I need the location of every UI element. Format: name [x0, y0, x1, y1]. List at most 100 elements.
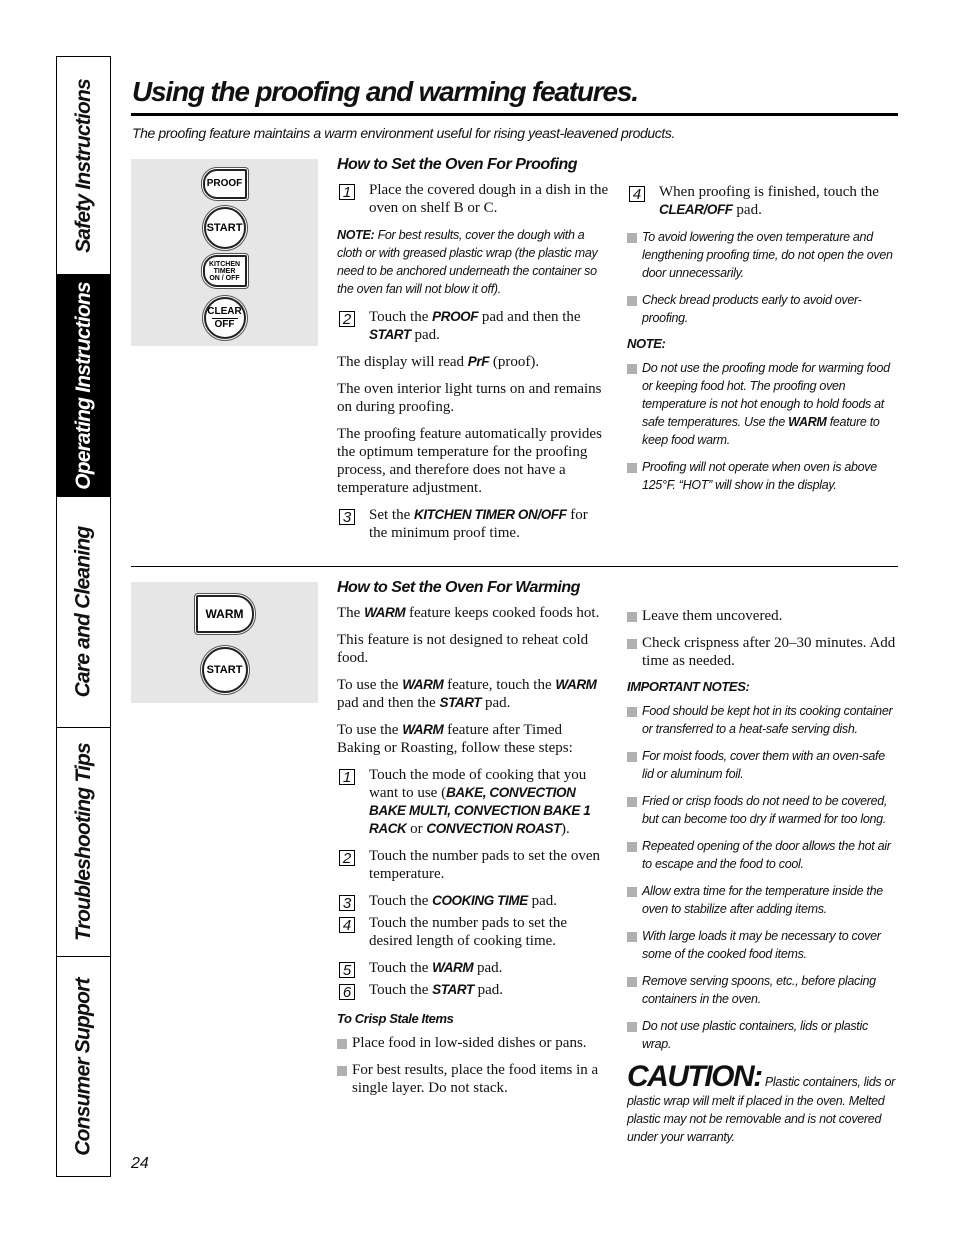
body-text: feature keeps cooked foods hot.	[405, 605, 600, 621]
body-text: To use the	[337, 677, 403, 693]
note-heading: NOTE:	[627, 336, 666, 351]
step-number: 3	[339, 895, 355, 911]
body-text: pad.	[481, 695, 511, 711]
tab-label: Consumer Support	[71, 977, 95, 1156]
tab-label: Operating Instructions	[71, 281, 95, 490]
warming-notes: Leave them uncovered. Check crispness af…	[627, 607, 899, 1146]
tab-troubleshooting-tips[interactable]: Troubleshooting Tips	[57, 728, 110, 957]
start-pad-label: START	[206, 221, 243, 234]
proofing-notes: 4 When proofing is finished, touch the C…	[627, 183, 899, 503]
proof-pad: PROOF	[202, 169, 247, 199]
important-note: Food should be kept hot in its cooking c…	[627, 702, 899, 738]
timer-pad-line: ON / OFF	[209, 274, 240, 282]
keyword-proof: PROOF	[432, 309, 479, 324]
step-text: Set the	[369, 507, 414, 523]
auto-temp-text: The proofing feature automatically provi…	[337, 426, 602, 496]
step-text: pad.	[732, 202, 762, 218]
clear-off-pad: CLEAR OFF	[203, 297, 246, 339]
step-text: Touch the	[369, 982, 433, 998]
keyword-start: START	[432, 982, 474, 997]
step-number: 2	[339, 850, 355, 866]
note-text: For best results, cover the dough with a…	[337, 228, 598, 296]
body-text: pad and then the	[337, 695, 440, 711]
tab-consumer-support[interactable]: Consumer Support	[57, 957, 110, 1176]
timer-pad-line: TIMER	[213, 267, 236, 275]
tab-care-and-cleaning[interactable]: Care and Cleaning	[57, 497, 110, 728]
crisp-item: Place food in low-sided dishes or pans.	[337, 1034, 609, 1052]
crisp-item: For best results, place the food items i…	[337, 1061, 609, 1097]
crisp-heading: To Crisp Stale Items	[337, 1011, 454, 1026]
important-note: Do not use plastic containers, lids or p…	[627, 1017, 899, 1053]
important-note: With large loads it may be necessary to …	[627, 927, 899, 963]
step-number: 1	[339, 769, 355, 785]
crisp-item: Check crispness after 20–30 minutes. Add…	[627, 634, 899, 670]
step-text: pad.	[410, 327, 440, 343]
warming-step-5: 5 Touch the WARM pad.	[337, 959, 609, 978]
section-divider	[131, 566, 898, 567]
tab-label: Troubleshooting Tips	[71, 743, 95, 941]
step-number: 4	[629, 186, 645, 202]
body-text: The	[337, 605, 365, 621]
start-pad: START	[203, 207, 246, 249]
step-text: Touch the	[369, 309, 433, 325]
note-label: NOTE:	[337, 228, 375, 242]
caution-box: CAUTION: Plastic containers, lids or pla…	[627, 1062, 899, 1146]
proofing-keypad-illustration: PROOF START KITCHEN TIMER ON / OFF CLEAR…	[131, 159, 318, 346]
tab-label: Safety Instructions	[71, 78, 95, 253]
tab-safety-instructions[interactable]: Safety Instructions	[57, 57, 110, 275]
warming-step-2: 2 Touch the number pads to set the oven …	[337, 847, 609, 883]
proofing-heading: How to Set the Oven For Proofing	[337, 156, 578, 173]
warming-step-4: 4 Touch the number pads to set the desir…	[337, 914, 609, 950]
important-note: Repeated opening of the door allows the …	[627, 837, 899, 873]
keyword-start: START	[439, 695, 482, 710]
keyword-prf: PrF	[467, 354, 490, 369]
body-text: (proof).	[489, 354, 540, 370]
keyword-warm: WARM	[402, 722, 444, 737]
step-number: 5	[339, 962, 355, 978]
step-text: Touch the	[369, 893, 433, 909]
keyword-warm: WARM	[788, 415, 827, 429]
body-text: feature, touch the	[443, 677, 556, 693]
warming-reheat-text: This feature is not designed to reheat c…	[337, 632, 589, 666]
step-text: When proofing is finished, touch the	[659, 184, 879, 200]
keyword-warm: WARM	[432, 960, 474, 975]
important-note: Remove serving spoons, etc., before plac…	[627, 972, 899, 1008]
tab-label: Care and Cleaning	[71, 526, 95, 698]
warming-timed-text: To use the WARM feature after Timed Baki…	[337, 721, 609, 757]
proofing-note: NOTE: For best results, cover the dough …	[337, 226, 609, 298]
step-text: Touch the number pads to set the desired…	[369, 915, 568, 949]
proof-pad-label: PROOF	[206, 178, 243, 189]
keyword-cooking-time: COOKING TIME	[432, 893, 528, 908]
proofing-step-4: 4 When proofing is finished, touch the C…	[627, 183, 899, 219]
important-note: For moist foods, cover them with an oven…	[627, 747, 899, 783]
warming-intro: The WARM feature keeps cooked foods hot.	[337, 604, 609, 622]
warm-pad: WARM	[195, 595, 254, 633]
step-number: 3	[339, 509, 355, 525]
tab-operating-instructions[interactable]: Operating Instructions	[57, 275, 110, 497]
start-pad-label: START	[206, 663, 243, 676]
page-subtitle: The proofing feature maintains a warm en…	[132, 125, 675, 141]
warming-heading: How to Set the Oven For Warming	[337, 579, 580, 596]
crisp-item: Leave them uncovered.	[627, 607, 899, 625]
timer-pad-line: KITCHEN	[208, 260, 241, 268]
clear-pad-label: CLEAR	[207, 305, 242, 317]
step-text: Place the covered dough in a dish in the…	[369, 182, 609, 216]
step-text: Touch the number pads to set the oven te…	[369, 848, 600, 882]
kitchen-timer-pad: KITCHEN TIMER ON / OFF	[202, 255, 247, 287]
keyword-warm: WARM	[364, 605, 406, 620]
step-number: 6	[339, 984, 355, 1000]
proofing-step-2: 2 Touch the PROOF pad and then the START…	[337, 308, 609, 344]
section-tab-bar: Safety Instructions Operating Instructio…	[56, 56, 111, 1177]
keyword-convection-roast: CONVECTION ROAST	[426, 821, 562, 836]
step-text: or	[406, 821, 427, 837]
important-note: Fried or crisp foods do not need to be c…	[627, 792, 899, 828]
step-text: pad.	[473, 982, 504, 998]
proofing-step-3: 3 Set the KITCHEN TIMER ON/OFF for the m…	[337, 506, 609, 542]
keyword-warm: WARM	[555, 677, 597, 692]
body-text: The display will read	[337, 354, 468, 370]
proofing-note-item: Do not use the proofing mode for warming…	[627, 359, 899, 449]
warming-keypad-illustration: WARM START	[131, 582, 318, 703]
warming-instructions: How to Set the Oven For Warming The WARM…	[337, 579, 609, 1106]
page-title: Using the proofing and warming features.	[132, 76, 639, 107]
step-number: 1	[339, 184, 355, 200]
